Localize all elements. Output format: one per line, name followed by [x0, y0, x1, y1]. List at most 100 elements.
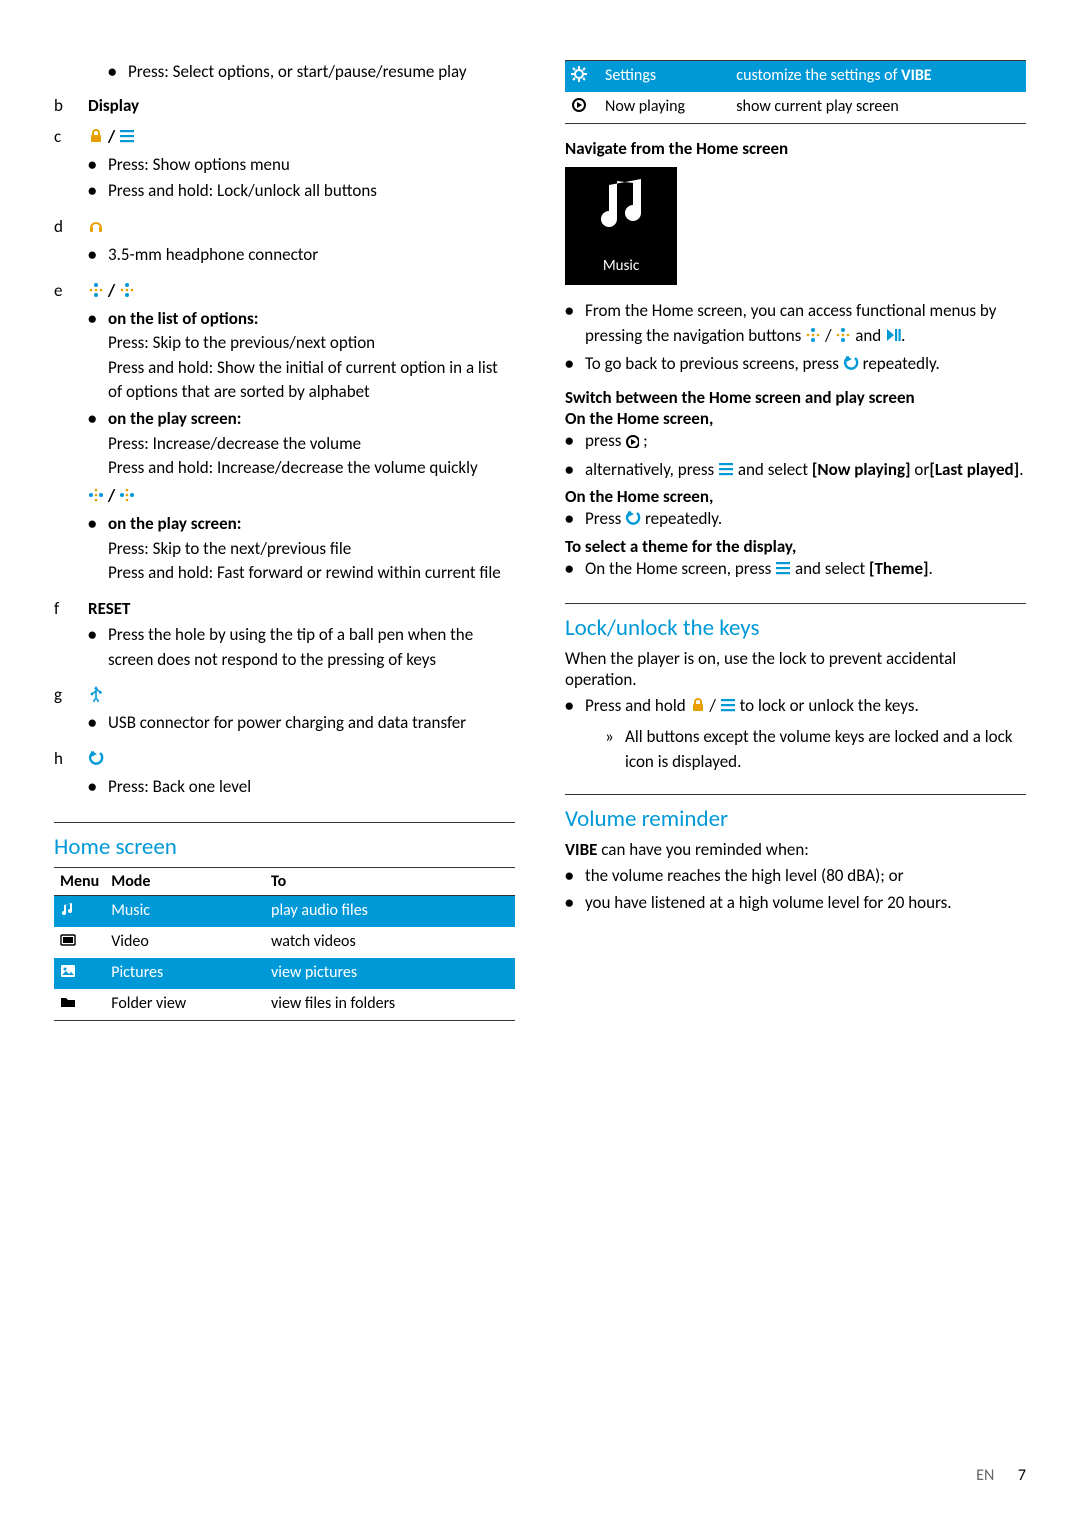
nowplaying-icon — [625, 431, 639, 456]
letter-h: h — [54, 748, 88, 769]
table-row: Folder view view files in folders — [54, 989, 515, 1021]
back-icon — [843, 354, 859, 379]
settings-table: Settings customize the settings of VIBE … — [565, 60, 1026, 124]
c-bullet-1: Press: Show options menu — [88, 153, 515, 178]
d-bullet-1: 3.5-mm headphone connector — [88, 243, 515, 268]
home-bullet-2: alternatively, press and select [Now pla… — [565, 458, 1026, 485]
playpause-icon — [885, 326, 901, 351]
label-display: Display — [88, 95, 515, 116]
letter-b: b — [54, 95, 88, 116]
cell-mode: Folder view — [105, 989, 265, 1021]
letter-e: e — [54, 280, 88, 301]
dots-updown-icon — [88, 282, 104, 303]
cell-mode: Music — [105, 895, 265, 927]
c-bullet-2: Press and hold: Lock/unlock all buttons — [88, 179, 515, 204]
cell-to: view files in folders — [265, 989, 515, 1021]
table-row: Music play audio files — [54, 895, 515, 927]
item-a-bullet: Press: Select options, or start/pause/re… — [108, 60, 515, 85]
cell-mode: Video — [105, 927, 265, 958]
table-row: Video watch videos — [54, 927, 515, 958]
vol-bullet-2: you have listened at a high volume level… — [565, 891, 1026, 916]
e-t1b: Press and hold: Show the initial of curr… — [108, 357, 498, 403]
footer-lang: EN — [976, 1466, 994, 1485]
table-row: Pictures view pictures — [54, 958, 515, 989]
music-tile: Music — [565, 167, 677, 285]
dots-leftright-icon — [88, 487, 104, 508]
e-block-1: on the list of options: Press: Skip to t… — [88, 307, 515, 406]
theme-bullet-1: On the Home screen, press and select [Th… — [565, 557, 1026, 584]
cell-mode: Now playing — [599, 92, 730, 124]
h-bullet-1: Press: Back one level — [88, 775, 515, 800]
folder-icon — [60, 996, 76, 1015]
left-column: Press: Select options, or start/pause/re… — [54, 60, 515, 1021]
video-icon — [60, 934, 76, 953]
back-icon — [625, 509, 641, 534]
e-h2: on the play screen: — [108, 408, 241, 429]
e-t2a: Press: Increase/decrease the volume — [108, 433, 361, 454]
e-t2b: Press and hold: Increase/decrease the vo… — [108, 457, 478, 478]
music-tile-label: Music — [603, 257, 639, 275]
cell-to: customize the settings of VIBE — [730, 61, 1026, 93]
cell-to: view pictures — [265, 958, 515, 989]
dots-updown-icon — [119, 282, 135, 303]
section-home-screen: Home screen — [54, 833, 515, 863]
dots-updown-icon — [805, 326, 821, 351]
e-block-3: on the play screen: Press: Skip to the n… — [88, 512, 515, 586]
nav-bullet-1: From the Home screen, you can access fun… — [565, 299, 1026, 350]
back-icon — [88, 750, 104, 771]
menu-icon — [720, 696, 736, 721]
cell-mode: Settings — [599, 61, 730, 93]
cell-mode: Pictures — [105, 958, 265, 989]
e-block-2: on the play screen: Press: Increase/decr… — [88, 407, 515, 481]
dots-updown-icon — [835, 326, 851, 351]
home2-bullet-1: Press repeatedly. — [565, 507, 1026, 534]
menu-icon — [775, 559, 791, 584]
lock-icon — [690, 696, 706, 721]
cell-to: show current play screen — [730, 92, 1026, 124]
switch-title: Switch between the Home screen and play … — [565, 387, 1026, 408]
table-row: Now playing show current play screen — [565, 92, 1026, 124]
table-row: Settings customize the settings of VIBE — [565, 61, 1026, 93]
page-footer: EN 7 — [976, 1466, 1026, 1485]
on-home-2: On the Home screen, — [565, 486, 1026, 507]
menu-icon — [119, 128, 135, 149]
music-note-icon — [565, 175, 677, 227]
th-menu: Menu — [54, 867, 105, 895]
cell-to: watch videos — [265, 927, 515, 958]
lock-bullet-1: Press and hold / to lock or unlock the k… — [565, 694, 1026, 774]
home-screen-table: Menu Mode To Music play audio files Vide… — [54, 867, 515, 1021]
lock-intro: When the player is on, use the lock to p… — [565, 648, 1026, 690]
dots-leftright-icon — [119, 487, 135, 508]
e-t3a: Press: Skip to the next/previous file — [108, 538, 351, 559]
usb-icon — [88, 686, 104, 707]
nav-title: Navigate from the Home screen — [565, 138, 1026, 159]
lock-inner-1: All buttons except the volume keys are l… — [585, 725, 1026, 774]
gear-icon — [571, 68, 587, 87]
cell-to: play audio files — [265, 895, 515, 927]
th-to: To — [265, 867, 515, 895]
on-home-1: On the Home screen, — [565, 408, 1026, 429]
music-icon — [60, 903, 76, 922]
theme-title: To select a theme for the display, — [565, 536, 1026, 557]
letter-f: f — [54, 598, 88, 619]
menu-icon — [718, 460, 734, 485]
label-reset: RESET — [88, 598, 515, 619]
th-mode: Mode — [105, 867, 265, 895]
section-volume: Volume reminder — [565, 805, 1026, 835]
headphone-icon — [88, 218, 104, 239]
e-t3b: Press and hold: Fast forward or rewind w… — [108, 562, 501, 583]
nav-bullet-2: To go back to previous screens, press re… — [565, 352, 1026, 379]
e-h3: on the play screen: — [108, 513, 241, 534]
letter-g: g — [54, 684, 88, 705]
right-column: Settings customize the settings of VIBE … — [565, 60, 1026, 1021]
letter-d: d — [54, 216, 88, 237]
home-bullet-1: press ; — [565, 429, 1026, 456]
f-bullet-1: Press the hole by using the tip of a bal… — [88, 623, 515, 672]
e-h1: on the list of options: — [108, 308, 258, 329]
letter-c: c — [54, 126, 88, 147]
footer-page: 7 — [1018, 1466, 1026, 1485]
lock-icon — [88, 128, 104, 149]
e-t1a: Press: Skip to the previous/next option — [108, 332, 375, 353]
vol-bullet-1: the volume reaches the high level (80 dB… — [565, 864, 1026, 889]
vol-intro: VIBE can have you reminded when: — [565, 839, 1026, 860]
